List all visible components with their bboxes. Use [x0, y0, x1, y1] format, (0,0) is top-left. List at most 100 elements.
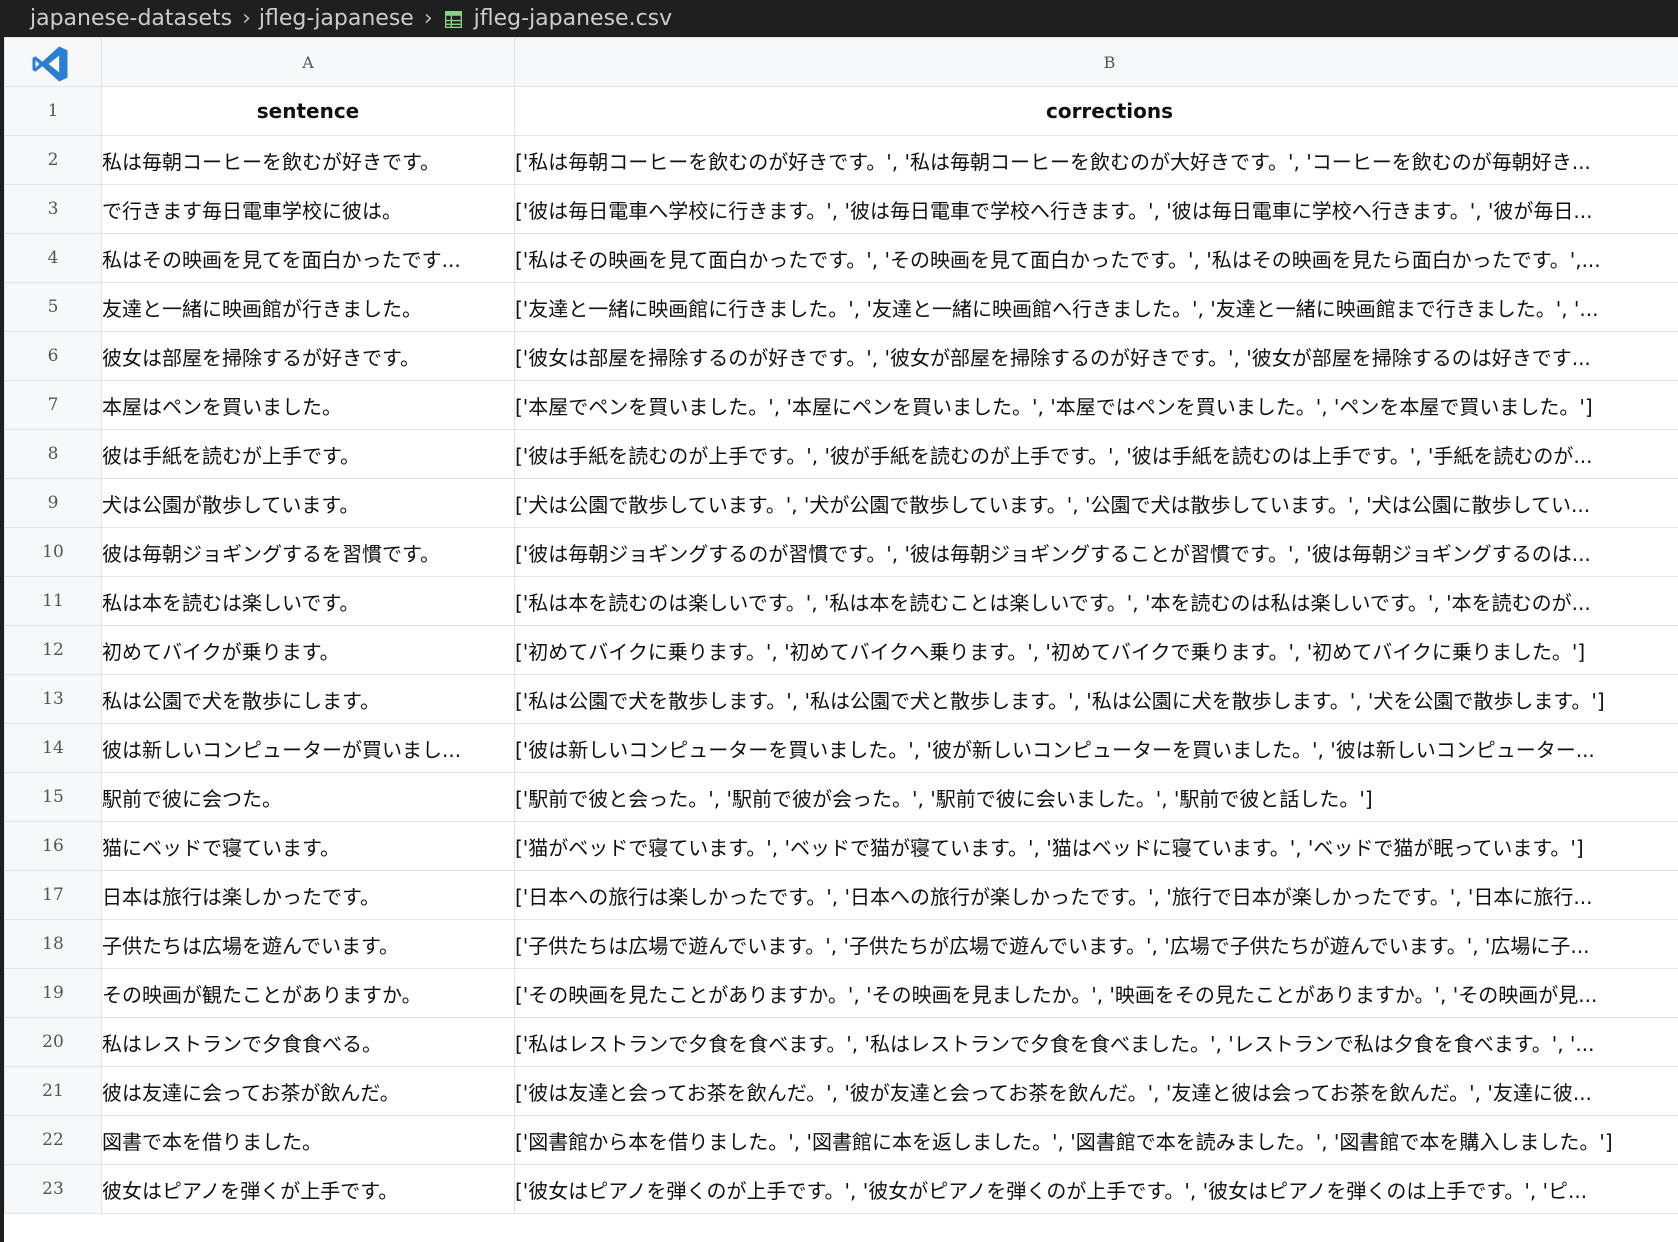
table-row: 7 本屋はペンを買いました。 ['本屋でペンを買いました。', '本屋にペンを買いま… [4, 380, 1678, 430]
cell-sentence[interactable]: 友達と一緒に映画館が行きました。 [101, 282, 515, 332]
row-number[interactable]: 17 [4, 870, 102, 920]
row-number[interactable]: 3 [4, 184, 102, 234]
row-number[interactable]: 11 [4, 576, 102, 626]
row-number[interactable]: 20 [4, 1017, 102, 1067]
spreadsheet-table: A B 1 sentence corrections 2 私は毎朝コーヒーを飲むが… [4, 37, 1678, 1214]
cell-corrections[interactable]: ['子供たちは広場で遊んでいます。', '子供たちが広場で遊んでいます。', '… [514, 919, 1678, 969]
cell-sentence[interactable]: 猫にベッドで寝ています。 [101, 821, 515, 871]
table-row: 5 友達と一緒に映画館が行きました。 ['友達と一緒に映画館に行きました。', '友… [4, 282, 1678, 332]
cell-corrections[interactable]: ['日本への旅行は楽しかったです。', '日本への旅行が楽しかったです。', '… [514, 870, 1678, 920]
table-row: 11 私は本を読むは楽しいです。 ['私は本を読むのは楽しいです。', '私は本を読… [4, 576, 1678, 626]
cell-sentence[interactable]: 彼女は部屋を掃除するが好きです。 [101, 331, 515, 381]
breadcrumb: japanese-datasets › jfleg-japanese › jfl… [0, 0, 1678, 37]
column-letter-b[interactable]: B [514, 37, 1678, 87]
row-number[interactable]: 1 [4, 86, 102, 136]
cell-corrections[interactable]: ['初めてバイクに乗ります。', '初めてバイクへ乗ります。', '初めてバイク… [514, 625, 1678, 675]
row-number[interactable]: 19 [4, 968, 102, 1018]
cell-corrections[interactable]: ['彼は友達と会ってお茶を飲んだ。', '彼が友達と会ってお茶を飲んだ。', '… [514, 1066, 1678, 1116]
cell-corrections[interactable]: ['彼女は部屋を掃除するのが好きです。', '彼女が部屋を掃除するのが好きです。… [514, 331, 1678, 381]
breadcrumb-folder-sub[interactable]: jfleg-japanese [259, 6, 414, 31]
cell-sentence[interactable]: 図書で本を借りました。 [101, 1115, 515, 1165]
table-row: 10 彼は毎朝ジョギングするを習慣です。 ['彼は毎朝ジョギングするのが習慣です。'… [4, 527, 1678, 577]
cell-corrections[interactable]: ['私は公園で犬を散歩します。', '私は公園で犬と散歩します。', '私は公園… [514, 674, 1678, 724]
row-number[interactable]: 12 [4, 625, 102, 675]
table-row: 15 駅前で彼に会つた。 ['駅前で彼と会った。', '駅前で彼が会った。', '駅… [4, 772, 1678, 822]
row-number[interactable]: 10 [4, 527, 102, 577]
grid-corner[interactable] [4, 37, 102, 87]
chevron-right-icon: › [242, 6, 251, 31]
row-number[interactable]: 2 [4, 135, 102, 185]
row-number[interactable]: 21 [4, 1066, 102, 1116]
table-row: 3 で行きます毎日電車学校に彼は。 ['彼は毎日電車へ学校に行きます。', '彼は毎… [4, 184, 1678, 234]
table-row: 2 私は毎朝コーヒーを飲むが好きです。 ['私は毎朝コーヒーを飲むのが好きです。',… [4, 135, 1678, 185]
row-number[interactable]: 8 [4, 429, 102, 479]
cell-corrections[interactable]: ['彼は手紙を読むのが上手です。', '彼が手紙を読むのが上手です。', '彼は… [514, 429, 1678, 479]
cell-corrections[interactable]: ['その映画を見たことがありますか。', 'その映画を見ましたか。', '映画を… [514, 968, 1678, 1018]
csv-grid-view: A B 1 sentence corrections 2 私は毎朝コーヒーを飲むが… [4, 37, 1678, 1242]
column-letter-row: A B [4, 37, 1678, 87]
row-number[interactable]: 6 [4, 331, 102, 381]
cell-sentence[interactable]: 子供たちは広場を遊んでいます。 [101, 919, 515, 969]
cell-sentence[interactable]: 私は本を読むは楽しいです。 [101, 576, 515, 626]
cell-sentence[interactable]: その映画が観たことがありますか。 [101, 968, 515, 1018]
cell-sentence[interactable]: 彼は友達に会ってお茶が飲んだ。 [101, 1066, 515, 1116]
cell-corrections[interactable]: ['彼女はピアノを弾くのが上手です。', '彼女がピアノを弾くのが上手です。',… [514, 1164, 1678, 1214]
table-row: 4 私はその映画を見てを面白かったです... ['私はその映画を見て面白かったです。… [4, 233, 1678, 283]
row-number[interactable]: 4 [4, 233, 102, 283]
cell-corrections[interactable]: ['本屋でペンを買いました。', '本屋にペンを買いました。', '本屋ではペン… [514, 380, 1678, 430]
column-letter-a[interactable]: A [101, 37, 515, 87]
cell-sentence[interactable]: 日本は旅行は楽しかったです。 [101, 870, 515, 920]
breadcrumb-folder-root[interactable]: japanese-datasets [30, 6, 232, 31]
cell-sentence[interactable]: 駅前で彼に会つた。 [101, 772, 515, 822]
cell-corrections[interactable]: ['彼は新しいコンピューターを買いました。', '彼が新しいコンピューターを買い… [514, 723, 1678, 773]
cell-sentence[interactable]: 彼女はピアノを弾くが上手です。 [101, 1164, 515, 1214]
table-row: 8 彼は手紙を読むが上手です。 ['彼は手紙を読むのが上手です。', '彼が手紙を読… [4, 429, 1678, 479]
cell-corrections[interactable]: ['友達と一緒に映画館に行きました。', '友達と一緒に映画館へ行きました。',… [514, 282, 1678, 332]
cell-corrections[interactable]: ['猫がベッドで寝ています。', 'ベッドで猫が寝ています。', '猫はベッドに… [514, 821, 1678, 871]
cell-corrections[interactable]: ['彼は毎日電車へ学校に行きます。', '彼は毎日電車で学校へ行きます。', '… [514, 184, 1678, 234]
table-row: 16 猫にベッドで寝ています。 ['猫がベッドで寝ています。', 'ベッドで猫が寝て… [4, 821, 1678, 871]
table-row: 14 彼は新しいコンピューターが買いまし... ['彼は新しいコンピューターを買いま… [4, 723, 1678, 773]
column-header-sentence[interactable]: sentence [101, 86, 515, 136]
row-number[interactable]: 9 [4, 478, 102, 528]
table-row: 20 私はレストランで夕食食べる。 ['私はレストランで夕食を食べます。', '私は… [4, 1017, 1678, 1067]
row-number[interactable]: 18 [4, 919, 102, 969]
cell-sentence[interactable]: 彼は新しいコンピューターが買いまし... [101, 723, 515, 773]
cell-corrections[interactable]: ['駅前で彼と会った。', '駅前で彼が会った。', '駅前で彼に会いました。'… [514, 772, 1678, 822]
cell-sentence[interactable]: 彼は毎朝ジョギングするを習慣です。 [101, 527, 515, 577]
cell-sentence[interactable]: 彼は手紙を読むが上手です。 [101, 429, 515, 479]
vscode-logo-icon [32, 46, 68, 82]
cell-corrections[interactable]: ['私はその映画を見て面白かったです。', 'その映画を見て面白かったです。',… [514, 233, 1678, 283]
cell-sentence[interactable]: 私はレストランで夕食食べる。 [101, 1017, 515, 1067]
row-number[interactable]: 13 [4, 674, 102, 724]
cell-corrections[interactable]: ['私はレストランで夕食を食べます。', '私はレストランで夕食を食べました。'… [514, 1017, 1678, 1067]
cell-sentence[interactable]: 私は毎朝コーヒーを飲むが好きです。 [101, 135, 515, 185]
column-header-corrections[interactable]: corrections [514, 86, 1678, 136]
cell-sentence[interactable]: で行きます毎日電車学校に彼は。 [101, 184, 515, 234]
row-number[interactable]: 23 [4, 1164, 102, 1214]
chevron-right-icon: › [423, 6, 433, 31]
cell-corrections[interactable]: ['私は本を読むのは楽しいです。', '私は本を読むことは楽しいです。', '本… [514, 576, 1678, 626]
header-row: 1 sentence corrections [4, 86, 1678, 136]
row-number[interactable]: 7 [4, 380, 102, 430]
cell-sentence[interactable]: 私はその映画を見てを面白かったです... [101, 233, 515, 283]
table-row: 17 日本は旅行は楽しかったです。 ['日本への旅行は楽しかったです。', '日本へ… [4, 870, 1678, 920]
cell-corrections[interactable]: ['犬は公園で散歩しています。', '犬が公園で散歩しています。', '公園で犬… [514, 478, 1678, 528]
cell-sentence[interactable]: 私は公園で犬を散歩にします。 [101, 674, 515, 724]
cell-corrections[interactable]: ['私は毎朝コーヒーを飲むのが好きです。', '私は毎朝コーヒーを飲むのが大好き… [514, 135, 1678, 185]
cell-corrections[interactable]: ['図書館から本を借りました。', '図書館に本を返しました。', '図書館で本… [514, 1115, 1678, 1165]
cell-sentence[interactable]: 初めてバイクが乗ります。 [101, 625, 515, 675]
breadcrumb-file[interactable]: jfleg-japanese.csv [474, 6, 673, 31]
cell-sentence[interactable]: 犬は公園が散歩しています。 [101, 478, 515, 528]
row-number[interactable]: 16 [4, 821, 102, 871]
row-number[interactable]: 22 [4, 1115, 102, 1165]
row-number[interactable]: 15 [4, 772, 102, 822]
table-row: 6 彼女は部屋を掃除するが好きです。 ['彼女は部屋を掃除するのが好きです。', '… [4, 331, 1678, 381]
table-row: 23 彼女はピアノを弾くが上手です。 ['彼女はピアノを弾くのが上手です。', '彼… [4, 1164, 1678, 1214]
cell-corrections[interactable]: ['彼は毎朝ジョギングするのが習慣です。', '彼は毎朝ジョギングすることが習慣… [514, 527, 1678, 577]
row-number[interactable]: 5 [4, 282, 102, 332]
table-row: 9 犬は公園が散歩しています。 ['犬は公園で散歩しています。', '犬が公園で散歩… [4, 478, 1678, 528]
row-number[interactable]: 14 [4, 723, 102, 773]
table-row: 13 私は公園で犬を散歩にします。 ['私は公園で犬を散歩します。', '私は公園で… [4, 674, 1678, 724]
cell-sentence[interactable]: 本屋はペンを買いました。 [101, 380, 515, 430]
